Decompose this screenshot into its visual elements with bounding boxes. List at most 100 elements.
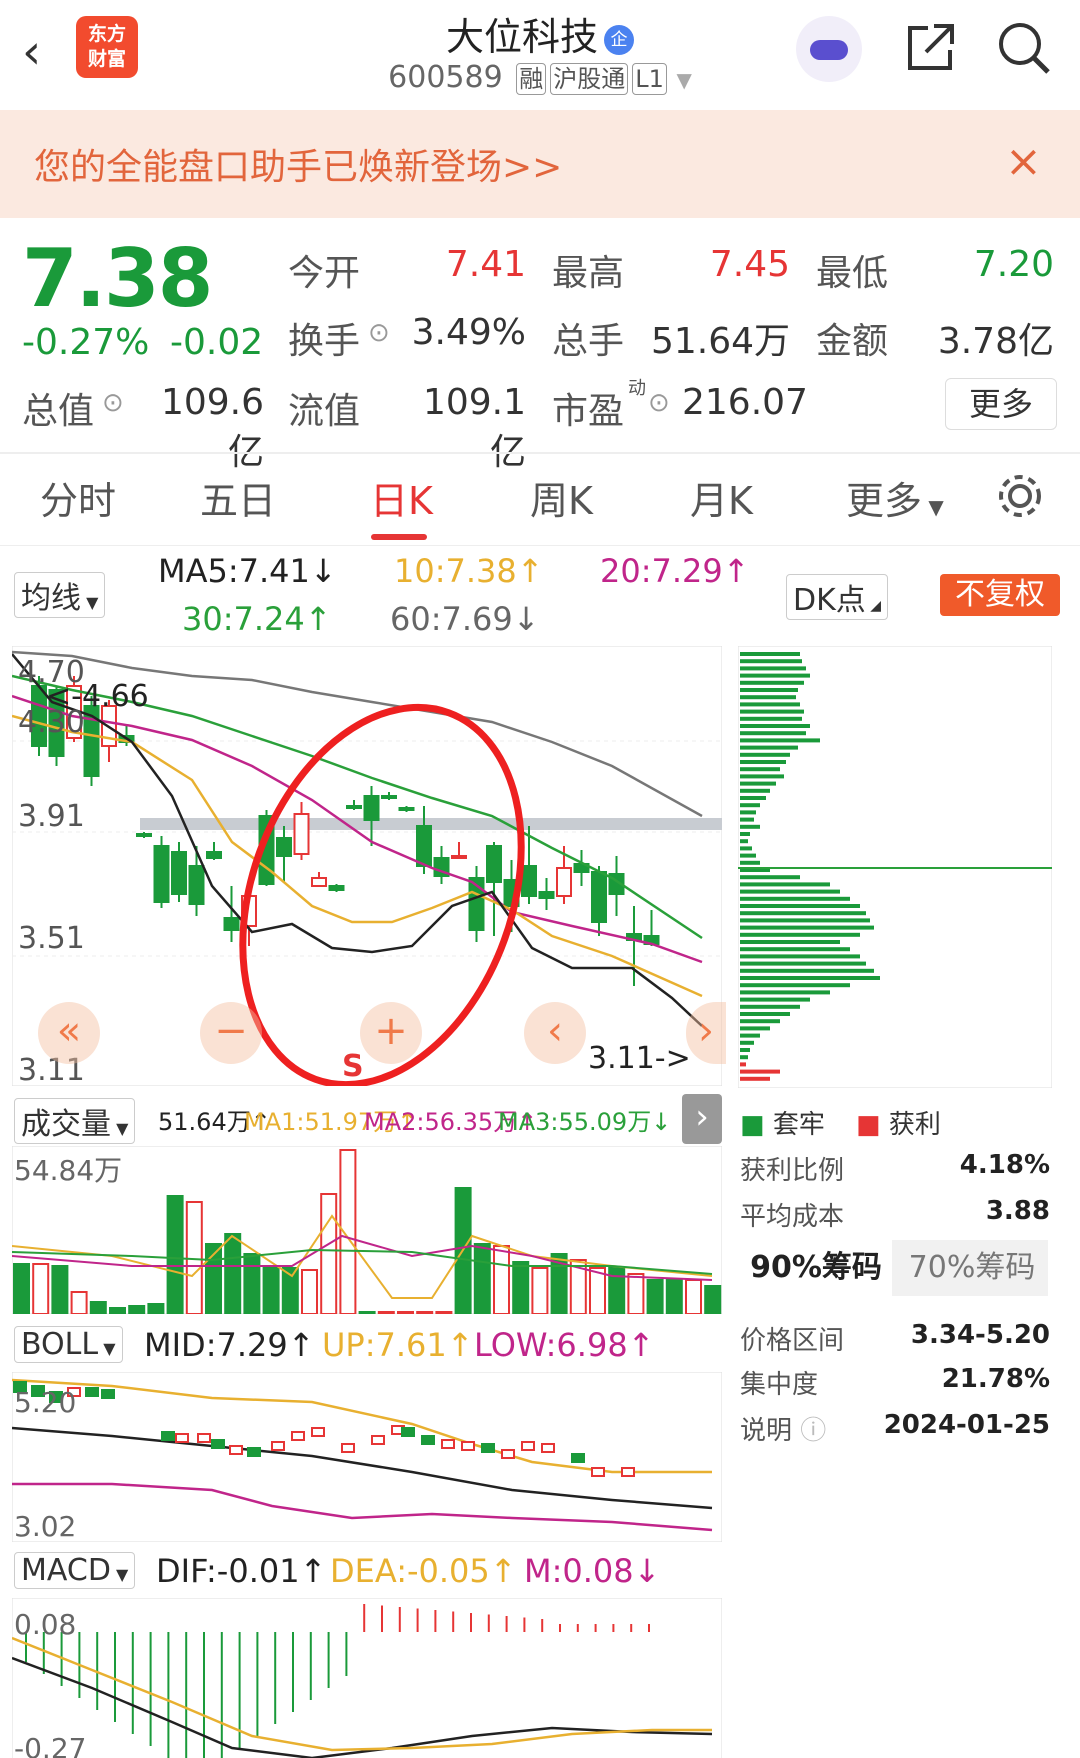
tab-weekly-k[interactable]: 周K — [530, 470, 593, 525]
low-price-mark: 3.11-> — [588, 1041, 691, 1076]
chip-bar — [740, 918, 870, 923]
more-quote-button[interactable]: 更多 — [945, 378, 1057, 430]
boll-y-top: 5.20 — [14, 1386, 76, 1419]
indicator-select-macd[interactable]: MACD ▼ — [14, 1552, 136, 1589]
chip-bar — [740, 781, 776, 786]
chip-bar — [740, 882, 830, 887]
pe-label: 市盈 — [552, 391, 625, 432]
amount-label: 金额 — [816, 321, 889, 362]
volume-bar — [704, 1285, 722, 1314]
candle-body — [521, 865, 537, 897]
boll-candle — [291, 1431, 305, 1441]
chip-bar — [740, 1048, 750, 1052]
scroll-left-fast-icon[interactable]: « — [38, 1002, 100, 1064]
high-label: 最高 — [552, 253, 625, 294]
candle-body — [311, 877, 327, 887]
candle-body — [416, 825, 432, 867]
tab-intraday[interactable]: 分时 — [40, 470, 116, 525]
legend-red-square-icon: ■ — [856, 1110, 889, 1140]
profit-ratio-label: 获利比例 — [740, 1156, 845, 1186]
boll-mid: MID:7.29↑ — [144, 1326, 315, 1364]
volume-bar — [646, 1279, 664, 1314]
candle-body — [486, 845, 502, 883]
volume-bar — [320, 1193, 338, 1314]
turnover-value: 3.49% — [411, 312, 526, 353]
step-left-icon[interactable]: ‹ — [524, 1002, 586, 1064]
chip-bar — [740, 1040, 754, 1045]
volume-bar — [13, 1263, 30, 1314]
volume-bar — [32, 1263, 50, 1314]
search-icon[interactable] — [994, 18, 1054, 78]
chip-bar — [740, 1026, 770, 1031]
close-icon[interactable]: × — [1005, 136, 1042, 187]
macd-chart: 0.08 -0.27 — [12, 1598, 722, 1758]
stock-name: 大位科技 — [445, 15, 598, 59]
boll-candle — [229, 1445, 243, 1455]
assistant-robot-icon[interactable] — [796, 16, 862, 82]
settings-gear-icon[interactable] — [994, 470, 1046, 522]
volume-bar — [416, 1311, 434, 1314]
legend-profit: ■ 获利 — [856, 1104, 941, 1141]
tab-more[interactable]: 更多 ▼ — [846, 470, 944, 525]
promo-banner[interactable]: 您的全能盘口助手已焕新登场>> × — [0, 110, 1080, 218]
promo-text[interactable]: 您的全能盘口助手已焕新登场>> — [34, 138, 562, 190]
volume-bar — [166, 1195, 184, 1314]
candle-body — [538, 891, 555, 899]
candle-body — [346, 805, 362, 809]
zoom-in-icon[interactable]: + — [360, 1002, 422, 1064]
volume-bar — [589, 1267, 606, 1314]
low-price-value: 3.11 — [588, 1041, 655, 1076]
indicator-select-boll[interactable]: BOLL ▼ — [14, 1326, 123, 1363]
chip-bar — [740, 875, 800, 880]
chip-bar — [740, 824, 760, 829]
chip-bar — [740, 738, 820, 743]
candle-body — [293, 813, 310, 855]
no-adjust-button[interactable]: 不复权 — [940, 574, 1060, 616]
macd-dif: DIF:-0.01↑ — [156, 1552, 327, 1590]
boll-candle — [85, 1387, 99, 1397]
high-price-mark: <-4.66 — [46, 679, 149, 714]
macd-m: M:0.08↓ — [524, 1552, 661, 1590]
level-tag: L1 — [632, 62, 667, 95]
pe-dynamic-mark: 动 — [628, 378, 646, 399]
chip-bar — [740, 716, 802, 721]
candle-body — [556, 867, 572, 897]
tab-monthly-k[interactable]: 月K — [690, 470, 753, 525]
high-value: 7.45 — [709, 244, 790, 285]
dk-point-select[interactable]: DK点 ◢ — [786, 574, 888, 620]
expand-indicators-icon[interactable]: › — [682, 1094, 722, 1144]
share-icon[interactable] — [902, 20, 958, 76]
connect-tag: 沪股通 — [550, 62, 629, 95]
boll-candle — [571, 1453, 585, 1463]
volume-bar — [51, 1265, 69, 1314]
info-icon[interactable]: ⊙ — [648, 388, 670, 418]
tab-90-chips[interactable]: 90%筹码 — [740, 1240, 892, 1296]
indicator-select-ma[interactable]: 均线 ▼ — [14, 572, 106, 618]
tab-daily-k[interactable]: 日K — [370, 470, 433, 525]
y-label-4: 3.51 — [18, 921, 85, 956]
candle-body — [591, 871, 607, 923]
chip-bar — [740, 796, 766, 800]
info-icon[interactable]: ⊙ — [102, 388, 124, 418]
chip-bar — [740, 1069, 780, 1074]
candle-body — [171, 851, 187, 895]
macd-dea: DEA:-0.05↑ — [330, 1552, 517, 1590]
boll-chart: 5.20 3.02 — [12, 1372, 722, 1542]
dropdown-icon: ▼ — [110, 1565, 129, 1584]
volume-select-label: 成交量 — [21, 1107, 111, 1142]
zoom-out-icon[interactable]: − — [200, 1002, 262, 1064]
dropdown-icon[interactable]: ▼ — [676, 68, 691, 92]
ma10-value: 10:7.38↑ — [394, 552, 544, 590]
tab-five-day[interactable]: 五日 — [200, 470, 276, 525]
chip-bar — [740, 767, 780, 772]
chip-bar — [740, 1033, 760, 1038]
avg-cost-value: 3.88 — [985, 1196, 1050, 1226]
indicator-select-volume[interactable]: 成交量 ▼ — [14, 1098, 136, 1144]
info-icon[interactable]: ⊙ — [368, 318, 390, 348]
info-icon[interactable]: ⓘ — [800, 1416, 826, 1446]
tab-70-chips[interactable]: 70%筹码 — [896, 1240, 1048, 1296]
candle-body — [223, 917, 240, 931]
market-cap-value: 109.6亿 — [160, 382, 264, 473]
dropdown-icon: ▼ — [98, 1339, 116, 1358]
chip-bar — [740, 983, 850, 988]
